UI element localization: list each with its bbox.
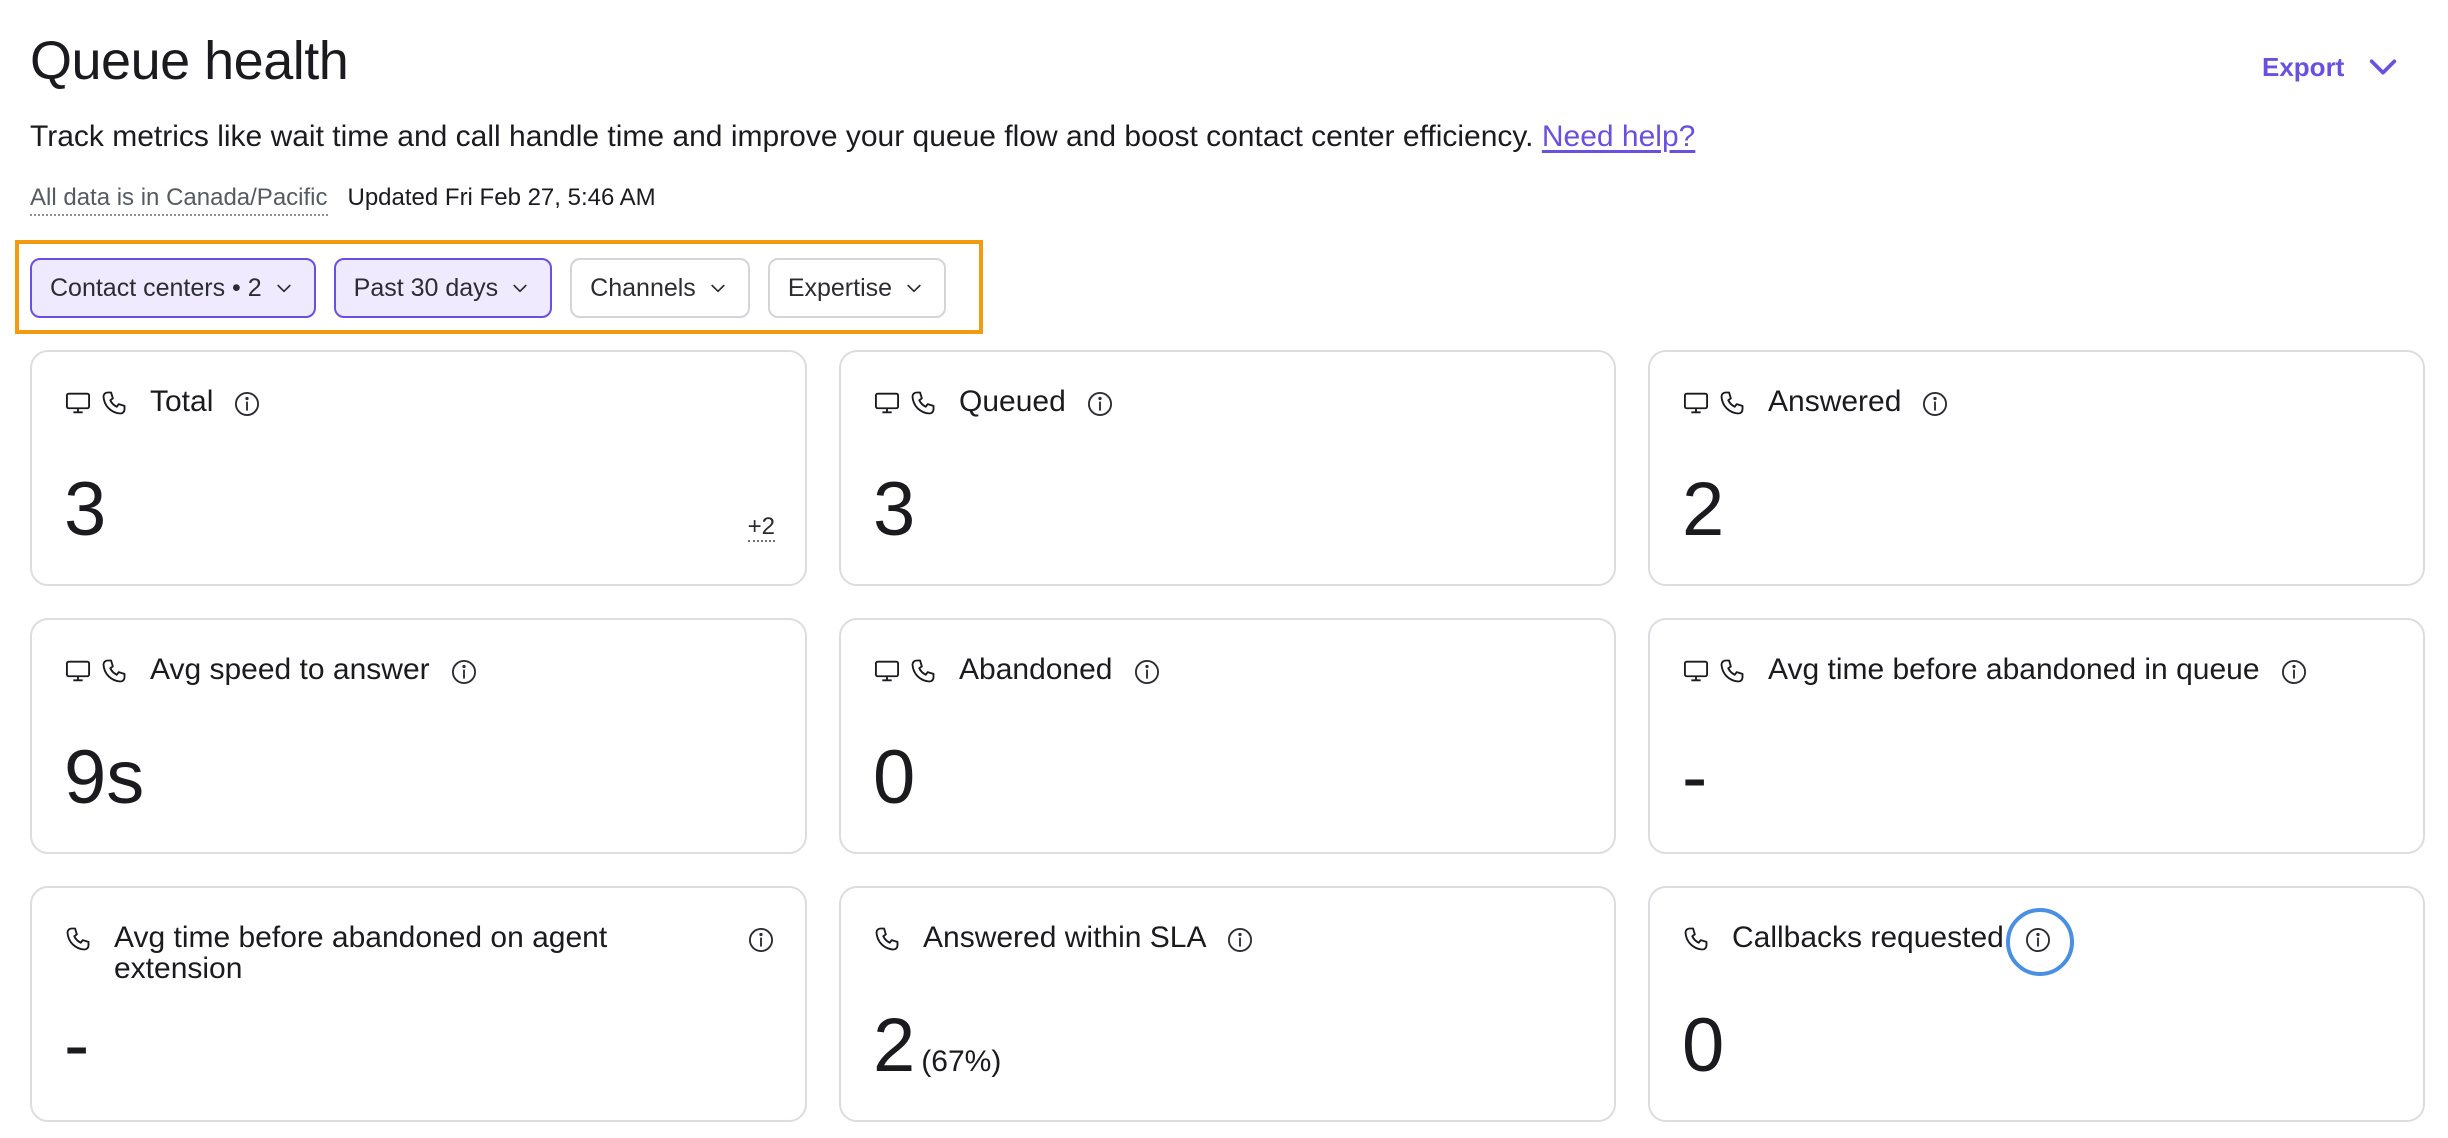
- updated-timestamp: Updated Fri Feb 27, 5:46 AM: [347, 184, 656, 211]
- phone-icon: [1720, 391, 1744, 415]
- metric-card-callbacks-requested: Callbacks requested 0: [1648, 886, 2425, 1122]
- filter-expertise[interactable]: Expertise: [767, 258, 947, 318]
- description-text: Track metrics like wait time and call ha…: [30, 120, 1534, 153]
- channel-icons: [873, 386, 937, 417]
- data-meta: All data is in Canada/Pacific Updated Fr…: [30, 184, 656, 216]
- channel-icons: [1682, 654, 1746, 685]
- phone-icon: [911, 659, 935, 683]
- info-icon[interactable]: [1921, 390, 1949, 418]
- info-icon[interactable]: [747, 926, 775, 954]
- metrics-grid: Total 3 +2 Queued 3 Answered 2 Avg speed…: [30, 350, 2425, 1122]
- export-label: Export: [2262, 51, 2345, 82]
- monitor-icon: [65, 392, 91, 414]
- metric-value: -: [64, 1003, 90, 1088]
- metric-label: Avg time before abandoned on agent exten…: [114, 921, 608, 985]
- card-header: Queued: [873, 386, 1584, 418]
- metric-label: Abandoned: [959, 653, 1113, 686]
- metric-delta[interactable]: +2: [747, 514, 775, 542]
- page-title: Queue health: [30, 31, 349, 91]
- monitor-icon: [874, 392, 900, 414]
- chevron-down-icon: [276, 284, 291, 293]
- metric-label: Queued: [959, 385, 1066, 418]
- channel-icons: [64, 654, 128, 685]
- phone-icon: [875, 927, 899, 951]
- metric-card-avg-speed-to-answer: Avg speed to answer 9s: [30, 618, 807, 854]
- channel-icons: [64, 386, 128, 417]
- filter-bar: Contact centers • 2 Past 30 days Channel…: [30, 258, 947, 318]
- filter-channels[interactable]: Channels: [570, 258, 750, 318]
- metric-label: Answered within SLA: [923, 921, 1207, 954]
- info-icon[interactable]: [2005, 908, 2074, 976]
- metric-value: -: [1682, 735, 1708, 820]
- metric-value: 3: [64, 467, 107, 552]
- info-icon[interactable]: [450, 658, 478, 686]
- channel-icons: [1682, 922, 1710, 953]
- chevron-down-icon: [513, 284, 527, 293]
- monitor-icon: [874, 660, 900, 682]
- filter-contact-centers[interactable]: Contact centers • 2: [30, 258, 316, 318]
- info-icon[interactable]: [233, 390, 261, 418]
- channel-icons: [64, 922, 92, 953]
- metric-value: 2: [1682, 467, 1725, 552]
- metric-card-total: Total 3 +2: [30, 350, 807, 586]
- card-header: Answered within SLA: [873, 922, 1584, 954]
- metric-value: 3: [873, 467, 916, 552]
- card-header: Total: [64, 386, 775, 418]
- phone-icon: [102, 391, 126, 415]
- metric-value: 0: [873, 735, 916, 820]
- export-button[interactable]: Export: [2262, 50, 2400, 84]
- phone-icon: [1720, 659, 1744, 683]
- filter-label: Expertise: [787, 273, 893, 302]
- channel-icons: [873, 654, 937, 685]
- card-header: Avg speed to answer: [64, 654, 775, 686]
- info-icon[interactable]: [1133, 658, 1161, 686]
- metric-value: 9s: [64, 735, 145, 820]
- chevron-down-icon: [2370, 59, 2397, 75]
- metric-percentage: (67%): [921, 1045, 1002, 1078]
- metric-label: Total: [150, 385, 214, 418]
- chevron-down-icon: [711, 284, 725, 293]
- metric-card-avg-time-abandoned-queue: Avg time before abandoned in queue -: [1648, 618, 2425, 854]
- metric-label: Avg time before abandoned in queue: [1768, 653, 2260, 686]
- metric-label: Callbacks requested: [1732, 921, 2004, 954]
- card-header: Answered: [1682, 386, 2393, 418]
- queue-health-page: Queue health Export Track metrics like w…: [0, 0, 2448, 1138]
- phone-icon: [911, 391, 935, 415]
- card-header: Avg time before abandoned on agent exten…: [64, 922, 775, 984]
- filter-label: Past 30 days: [353, 273, 499, 302]
- metric-card-abandoned: Abandoned 0: [839, 618, 1616, 854]
- metric-card-queued: Queued 3: [839, 350, 1616, 586]
- phone-icon: [66, 927, 90, 951]
- info-icon[interactable]: [1226, 926, 1254, 954]
- metric-card-avg-time-abandoned-extension: Avg time before abandoned on agent exten…: [30, 886, 807, 1122]
- metric-value: 0: [1682, 1003, 1725, 1088]
- timezone-note[interactable]: All data is in Canada/Pacific: [30, 184, 328, 216]
- metric-card-answered-within-sla: Answered within SLA 2 (67%): [839, 886, 1616, 1122]
- channel-icons: [1682, 386, 1746, 417]
- filter-label: Contact centers • 2: [50, 273, 262, 302]
- phone-icon: [102, 659, 126, 683]
- info-icon[interactable]: [1086, 390, 1114, 418]
- info-icon[interactable]: [2280, 658, 2308, 686]
- card-header: Abandoned: [873, 654, 1584, 686]
- help-link[interactable]: Need help?: [1542, 120, 1695, 153]
- monitor-icon: [65, 660, 91, 682]
- metric-card-answered: Answered 2: [1648, 350, 2425, 586]
- chevron-down-icon: [907, 284, 921, 293]
- card-header: Avg time before abandoned in queue: [1682, 654, 2393, 686]
- metric-label: Answered: [1768, 385, 1902, 418]
- phone-icon: [1684, 927, 1708, 951]
- filter-label: Channels: [590, 273, 696, 302]
- monitor-icon: [1683, 660, 1709, 682]
- channel-icons: [873, 922, 901, 953]
- metric-value: 2: [873, 1003, 916, 1088]
- filter-date-range[interactable]: Past 30 days: [333, 258, 553, 318]
- metric-label: Avg speed to answer: [150, 653, 430, 686]
- monitor-icon: [1683, 392, 1709, 414]
- page-description: Track metrics like wait time and call ha…: [30, 120, 1695, 154]
- metric-value-row: 2 (67%): [873, 1006, 1001, 1102]
- card-header: Callbacks requested: [1682, 908, 2393, 976]
